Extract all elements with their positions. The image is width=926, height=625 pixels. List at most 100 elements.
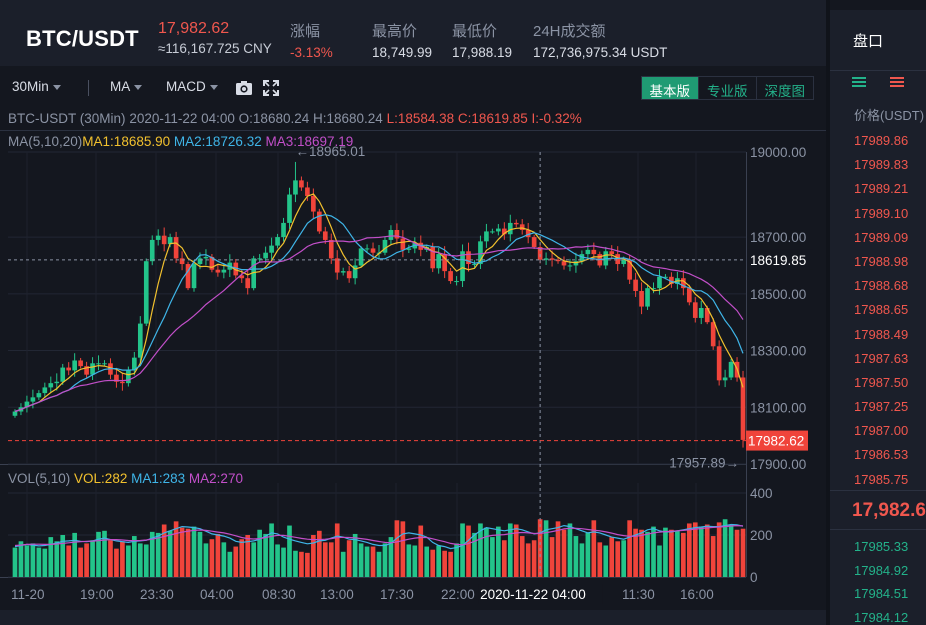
candle-body bbox=[328, 239, 334, 259]
bid-price-row[interactable]: 17984.51 bbox=[854, 586, 908, 610]
candle-body bbox=[275, 237, 280, 246]
volume-bar bbox=[263, 533, 268, 577]
ask-price-row[interactable]: 17988.68 bbox=[854, 278, 908, 302]
asks-only-icon[interactable] bbox=[890, 75, 904, 89]
ask-price-row[interactable]: 17987.63 bbox=[854, 351, 908, 375]
candle-body bbox=[316, 211, 322, 232]
ask-price-row[interactable]: 17988.98 bbox=[854, 254, 908, 278]
chevron-down-icon bbox=[52, 84, 61, 90]
time-tick-label: 22:00 bbox=[441, 587, 475, 602]
camera-icon[interactable] bbox=[235, 79, 253, 97]
info-high: H:18680.24 bbox=[313, 111, 383, 126]
volume-bar bbox=[573, 536, 579, 577]
candle-body bbox=[334, 258, 340, 273]
ask-price-row[interactable]: 17986.53 bbox=[854, 447, 908, 471]
crosshair-price-label: 18619.85 bbox=[750, 253, 806, 268]
candle-body bbox=[710, 322, 716, 347]
volume-bar bbox=[400, 521, 406, 577]
ask-price-row[interactable]: 17989.09 bbox=[854, 230, 908, 254]
candle-body bbox=[633, 279, 638, 291]
ask-price-row[interactable]: 17987.25 bbox=[854, 399, 908, 423]
volume-bar bbox=[525, 543, 531, 577]
ask-price-row[interactable]: 17987.00 bbox=[854, 423, 908, 447]
candle-body bbox=[179, 258, 185, 265]
volume-bar bbox=[48, 537, 54, 577]
ticker-header: BTC/USDT 17,982.62 ≈116,167.725 CNY 涨幅 -… bbox=[0, 0, 826, 66]
volume-bar bbox=[275, 544, 280, 577]
candle-body bbox=[245, 278, 251, 289]
stat-low: 最低价 17,988.19 bbox=[452, 20, 512, 60]
volume-bar bbox=[257, 529, 262, 577]
candle-body bbox=[36, 393, 42, 398]
tab-basic[interactable]: 基本版 bbox=[641, 77, 698, 99]
volume-bar bbox=[358, 543, 364, 577]
ask-price-row[interactable]: 17987.50 bbox=[854, 375, 908, 399]
sub-indicator-dropdown[interactable]: MACD bbox=[166, 79, 218, 94]
volume-bar bbox=[221, 542, 227, 577]
kline-chart[interactable]: 19000.00 18700.00 18500.00 18300.00 18100.00… bbox=[0, 106, 826, 625]
orderbook-title: 盘口 bbox=[853, 33, 884, 50]
candle-body bbox=[173, 237, 179, 259]
last-price-cny: ≈116,167.725 CNY bbox=[158, 41, 272, 56]
orderbook-panel: 盘口 价格(USDT) 17989.86 17989.83 17989.21 1798… bbox=[830, 10, 926, 625]
candle-body bbox=[12, 411, 18, 416]
both-sides-icon[interactable] bbox=[852, 75, 866, 89]
volume-bar bbox=[137, 543, 143, 577]
ask-price-row[interactable]: 17988.49 bbox=[854, 327, 908, 351]
bid-price-row[interactable]: 17984.12 bbox=[854, 610, 908, 625]
ask-price-row[interactable]: 17989.10 bbox=[854, 206, 908, 230]
volume-bar bbox=[227, 551, 233, 577]
volume-bar bbox=[328, 542, 334, 577]
volume-bar bbox=[615, 541, 621, 577]
volume-bar bbox=[692, 522, 698, 577]
volume-bar bbox=[704, 524, 710, 577]
last-price-label: 17982.62 bbox=[748, 434, 804, 449]
candle-body bbox=[54, 381, 60, 384]
mid-price: 17,982.62 bbox=[852, 500, 926, 521]
volume-bar bbox=[54, 541, 60, 577]
volume-bar bbox=[698, 526, 704, 577]
candle-body bbox=[358, 248, 364, 266]
pair-title[interactable]: BTC/USDT bbox=[26, 26, 139, 52]
time-tick-label: 13:00 bbox=[320, 587, 354, 602]
volume-bar bbox=[496, 526, 501, 577]
info-close: C:18619.85 bbox=[457, 111, 528, 126]
candle-body bbox=[490, 231, 495, 233]
volume-bar bbox=[36, 547, 42, 577]
volume-bar bbox=[412, 545, 418, 577]
candle-body bbox=[155, 235, 161, 240]
volume-bar bbox=[293, 550, 298, 577]
info-low: L:18584.38 bbox=[386, 111, 455, 126]
candle-body bbox=[281, 222, 286, 238]
ask-price-row[interactable]: 17989.83 bbox=[854, 157, 908, 181]
bid-price-row[interactable]: 17984.92 bbox=[854, 563, 908, 587]
ask-price-row[interactable]: 17988.65 bbox=[854, 302, 908, 326]
volume-tick-label: 400 bbox=[750, 486, 773, 501]
ask-price-row[interactable]: 17989.21 bbox=[854, 181, 908, 205]
orderbook-divider bbox=[830, 70, 926, 71]
stat-value: -3.13% bbox=[290, 45, 333, 60]
tab-depth[interactable]: 深度图 bbox=[755, 77, 814, 99]
volume-bar bbox=[734, 529, 740, 577]
candle-body bbox=[48, 383, 54, 388]
volume-bar bbox=[543, 520, 549, 577]
ask-price-row[interactable]: 17989.86 bbox=[854, 133, 908, 157]
volume-bar bbox=[728, 524, 734, 577]
interval-dropdown[interactable]: 30Min bbox=[12, 79, 61, 94]
candle-body bbox=[203, 256, 209, 259]
volume-bar bbox=[72, 532, 77, 577]
volume-bar bbox=[657, 545, 662, 577]
volume-bar bbox=[203, 543, 209, 577]
info-datetime: 2020-11-22 04:00 bbox=[129, 111, 235, 126]
interval-label: 30Min bbox=[12, 79, 49, 94]
candle-body bbox=[585, 249, 591, 255]
tab-pro[interactable]: 专业版 bbox=[698, 77, 756, 99]
main-indicator-dropdown[interactable]: MA bbox=[110, 79, 143, 94]
stat-volume-24h: 24H成交额 172,736,975.34 USDT bbox=[533, 20, 667, 60]
stat-label: 最低价 bbox=[452, 23, 498, 40]
volume-bar bbox=[281, 547, 286, 577]
bid-price-row[interactable]: 17985.33 bbox=[854, 539, 908, 563]
fullscreen-icon[interactable] bbox=[262, 79, 280, 97]
candle-body bbox=[340, 271, 346, 273]
price-axis-line bbox=[746, 152, 747, 577]
